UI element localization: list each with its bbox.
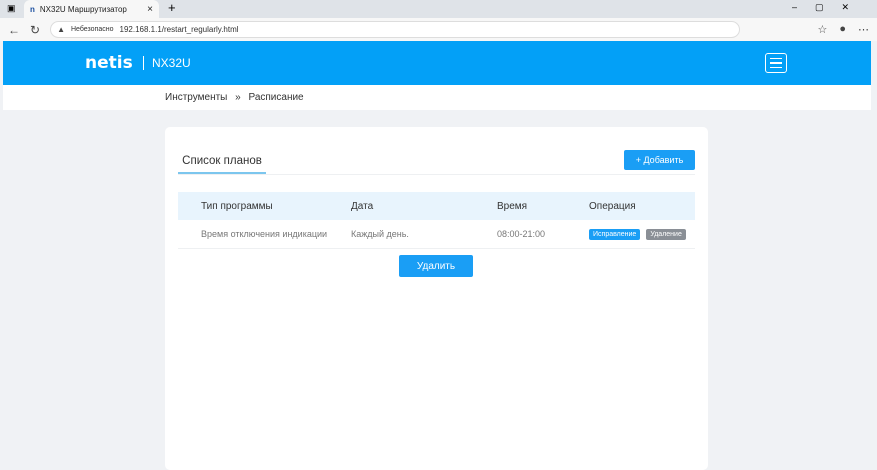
add-button[interactable]: + Добавить: [624, 150, 695, 170]
column-header: Тип программы: [201, 200, 273, 212]
new-tab-icon[interactable]: +: [168, 0, 176, 15]
address-bar-row: ← ↻ ▲ Небезопасно 192.168.1.1/restart_re…: [0, 18, 877, 41]
column-header: Время: [497, 200, 528, 212]
more-icon[interactable]: ⋯: [858, 23, 869, 36]
model-name: NX32U: [143, 56, 191, 70]
back-icon[interactable]: ←: [8, 23, 20, 37]
cell-time: 08:00-21:00: [497, 229, 546, 239]
cell-date: Каждый день.: [351, 229, 409, 239]
security-label: Небезопасно: [70, 26, 114, 33]
breadcrumb-parent[interactable]: Инструменты: [165, 92, 227, 103]
table-row: Время отключения индикации Каждый день. …: [178, 220, 695, 249]
schedule-card: Список планов + Добавить Тип программы Д…: [165, 127, 708, 470]
window-controls[interactable]: –▢✕: [792, 2, 867, 13]
tab-title: NX32U Маршрутизатор: [39, 4, 127, 14]
breadcrumb-separator: »: [235, 92, 241, 103]
close-tab-icon[interactable]: ×: [147, 4, 153, 15]
reload-icon[interactable]: ↻: [30, 23, 40, 37]
warning-icon: ▲: [57, 25, 65, 34]
tab-actions-icon[interactable]: ▣: [7, 3, 16, 14]
menu-icon[interactable]: [765, 53, 787, 73]
profile-icon[interactable]: ●: [839, 23, 846, 36]
breadcrumb-current: Расписание: [248, 92, 304, 103]
table-header: Тип программы Дата Время Операция: [178, 192, 695, 220]
browser-tab[interactable]: n NX32U Маршрутизатор ×: [24, 0, 159, 18]
column-header: Операция: [589, 200, 636, 212]
netis-logo: netis: [85, 53, 133, 73]
breadcrumb: Инструменты » Расписание: [3, 85, 871, 110]
delete-button[interactable]: Удалить: [399, 255, 473, 277]
column-header: Дата: [351, 200, 374, 212]
remove-button[interactable]: Удаление: [646, 228, 686, 240]
url-text: 192.168.1.1/restart_regularly.html: [119, 25, 239, 34]
top-header: netis NX32U: [3, 41, 871, 85]
favicon-icon: n: [30, 4, 35, 14]
tab-bar: ▣ n NX32U Маршрутизатор × + –▢✕: [0, 0, 877, 18]
tab-plan-list[interactable]: Список планов: [178, 155, 266, 174]
edit-button[interactable]: Исправление: [589, 228, 641, 240]
favorites-icon[interactable]: ☆: [817, 23, 827, 36]
cell-type: Время отключения индикации: [201, 229, 328, 239]
url-field[interactable]: ▲ Небезопасно 192.168.1.1/restart_regula…: [50, 21, 741, 38]
